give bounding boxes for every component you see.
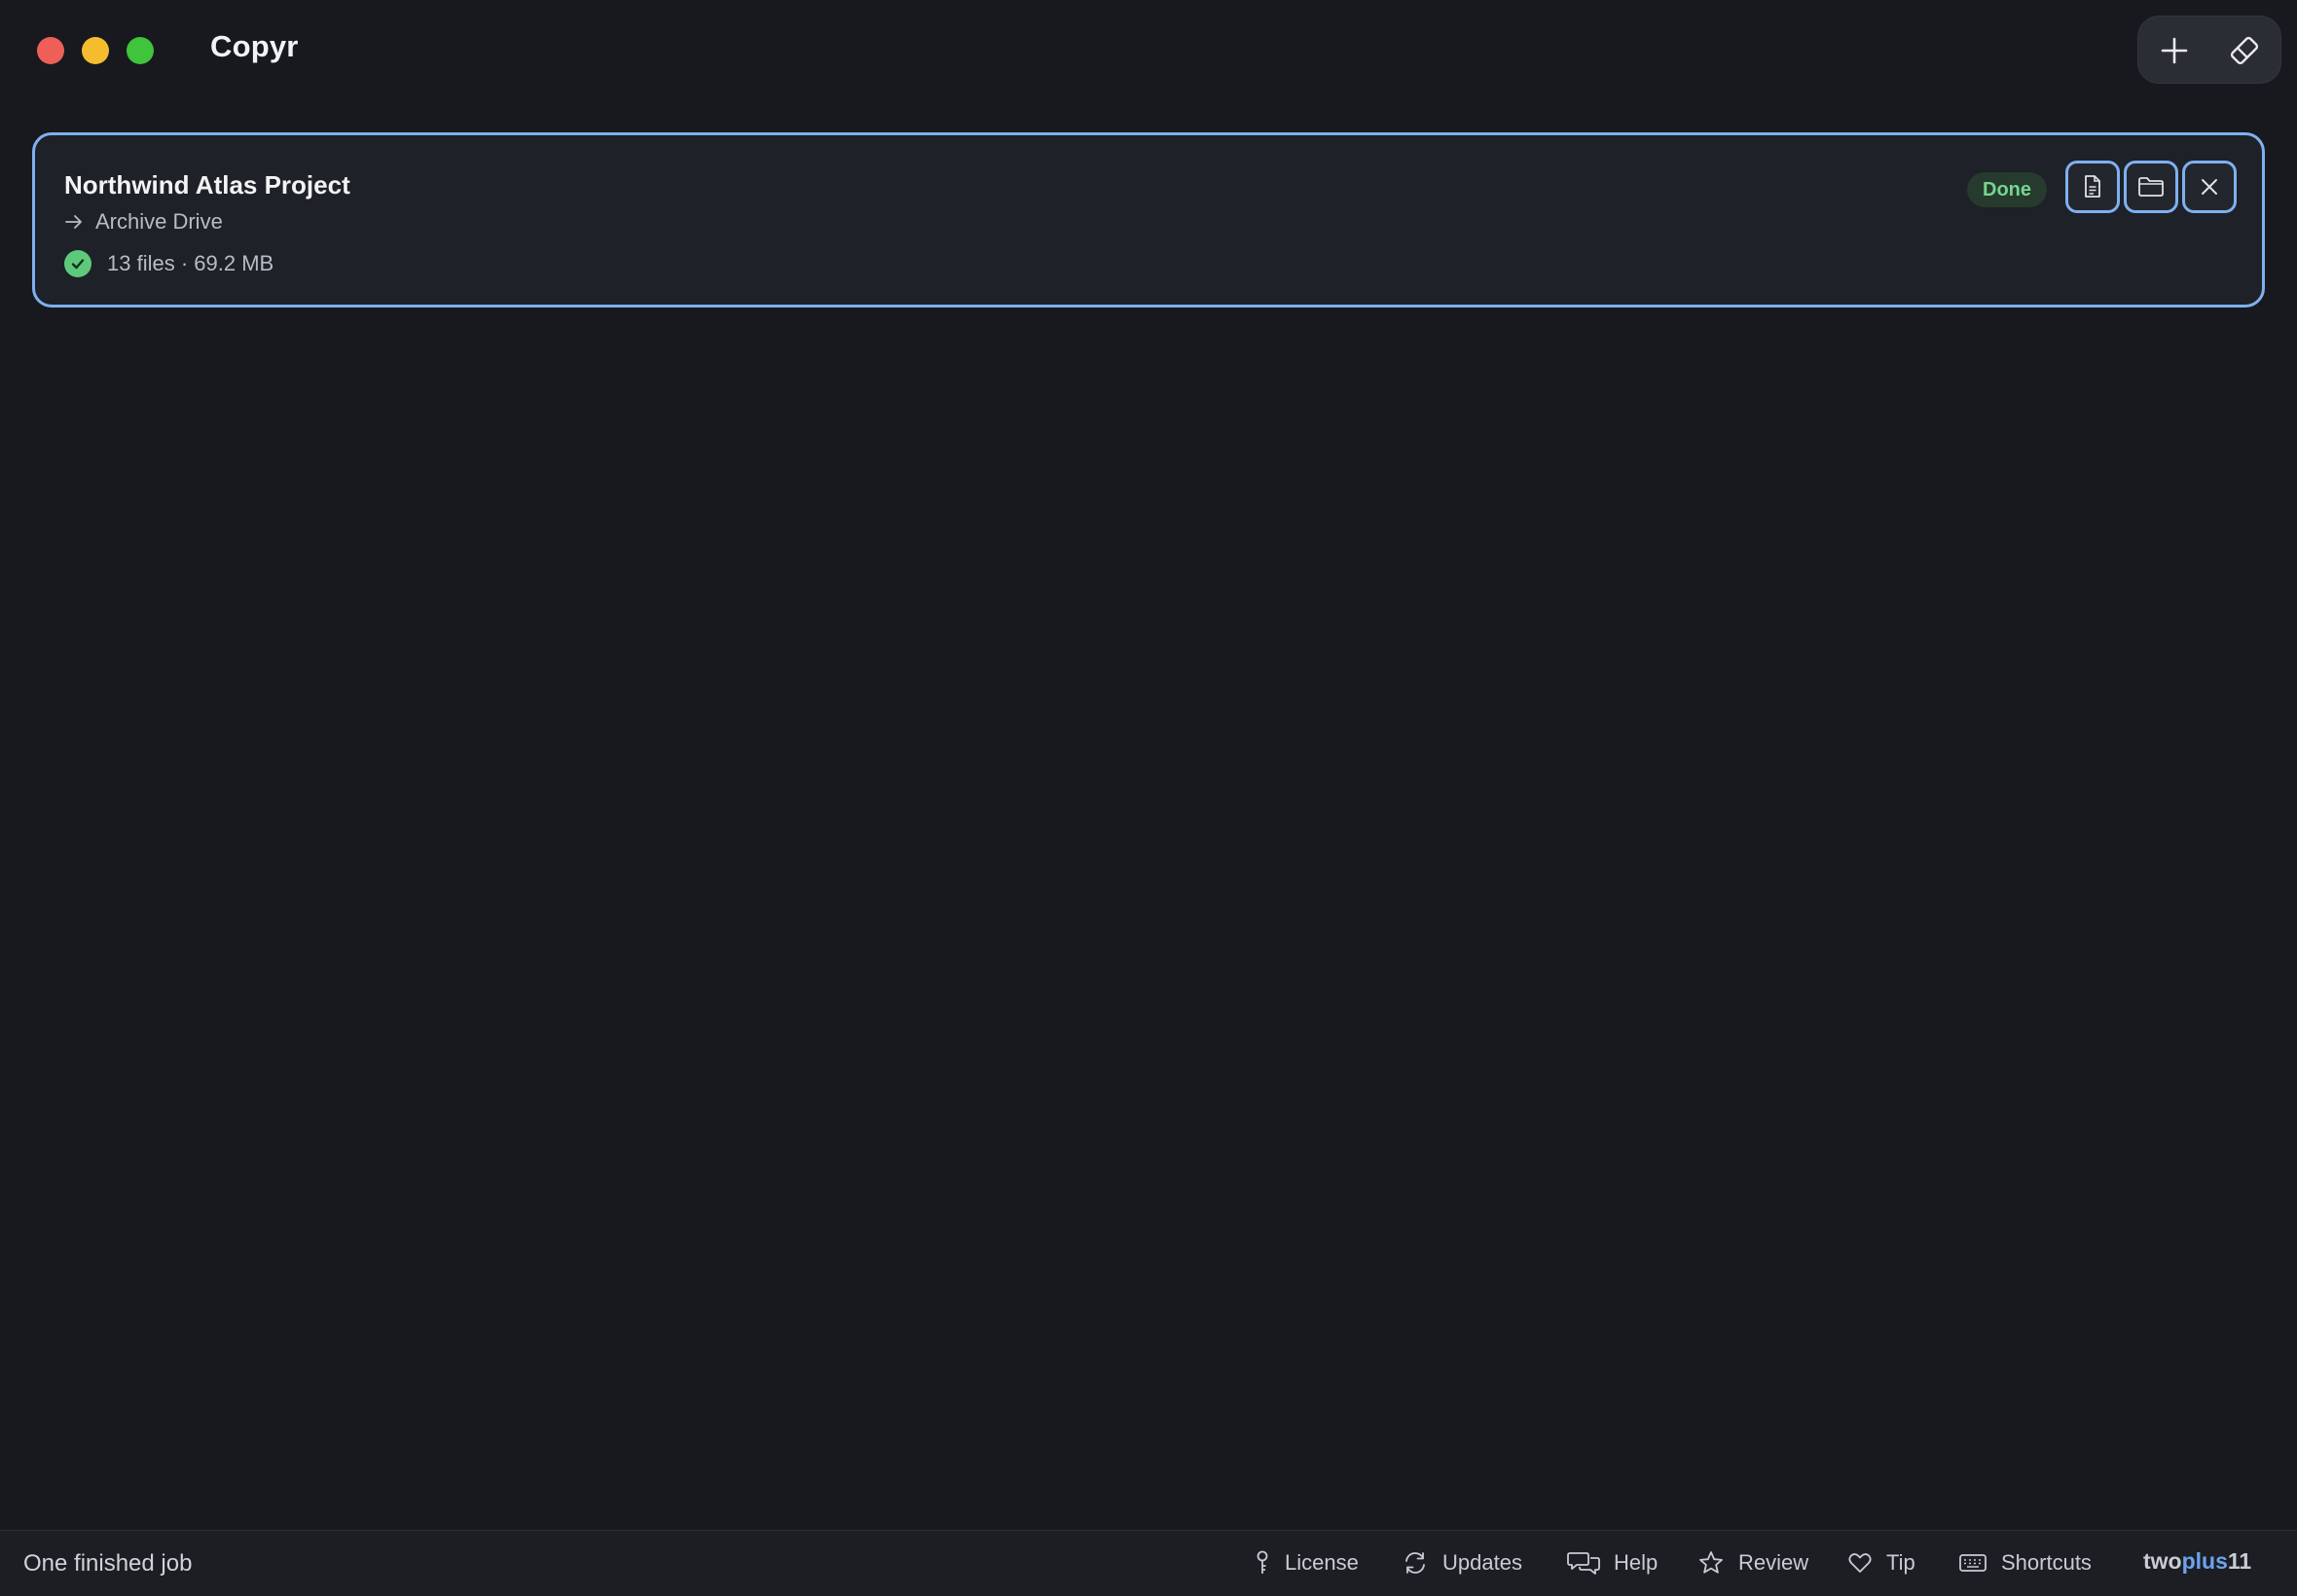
shortcuts-link[interactable]: Shortcuts (1958, 1548, 2092, 1578)
help-link[interactable]: Help (1567, 1548, 1658, 1578)
review-link[interactable]: Review (1697, 1548, 1808, 1578)
brand-part-3: 11 (2227, 1548, 2252, 1574)
status-bar: One finished job License Updates Help Re… (0, 1530, 2297, 1596)
plus-icon (2161, 37, 2188, 64)
brand-logo-link[interactable]: twoplus11 (2143, 1548, 2251, 1575)
window-minimize-button[interactable] (82, 37, 109, 64)
star-icon (1699, 1551, 1723, 1574)
updates-label: Updates (1442, 1550, 1522, 1575)
brand-part-1: two (2143, 1548, 2182, 1574)
show-log-button[interactable] (2065, 161, 2120, 213)
license-link[interactable]: License (1254, 1548, 1359, 1578)
job-summary-text: 13 files · 69.2 MB (107, 251, 274, 275)
review-label: Review (1738, 1550, 1809, 1575)
heart-icon (1848, 1553, 1872, 1573)
window-close-button[interactable] (37, 37, 64, 64)
reveal-in-finder-button[interactable] (2124, 161, 2178, 213)
status-text: One finished job (23, 1550, 193, 1577)
tip-link[interactable]: Tip (1847, 1548, 1915, 1578)
chat-bubbles-icon (1567, 1552, 1600, 1575)
job-title: Northwind Atlas Project (64, 170, 350, 200)
folder-icon (2138, 177, 2164, 197)
eraser-icon (2230, 36, 2259, 65)
toolbar-actions (2137, 16, 2281, 84)
window-zoom-button[interactable] (127, 37, 154, 64)
add-job-button[interactable] (2152, 28, 2197, 73)
help-label: Help (1614, 1550, 1659, 1575)
key-icon (1257, 1550, 1268, 1574)
app-title: Copyr (210, 29, 299, 63)
close-icon (2202, 179, 2217, 195)
document-icon (2085, 175, 2100, 198)
app-window: Copyr Northwind Atlas Project Archive Dr… (0, 0, 2297, 1596)
clear-finished-button[interactable] (2222, 28, 2267, 73)
job-destination-label: Archive Drive (95, 209, 223, 234)
job-destination: Archive Drive (64, 209, 223, 235)
remove-job-button[interactable] (2182, 161, 2237, 213)
status-badge: Done (1967, 172, 2047, 207)
brand-part-2: plus (2181, 1548, 2228, 1574)
title-bar: Copyr (0, 0, 2297, 101)
tip-label: Tip (1886, 1550, 1915, 1575)
refresh-icon (1405, 1552, 1425, 1574)
job-summary: 13 files · 69.2 MB (64, 250, 273, 277)
keyboard-icon (1959, 1554, 1987, 1572)
arrow-right-icon (65, 215, 82, 229)
shortcuts-label: Shortcuts (2001, 1550, 2092, 1575)
license-label: License (1285, 1550, 1359, 1575)
updates-link[interactable]: Updates (1402, 1548, 1522, 1578)
job-card[interactable]: Northwind Atlas Project Archive Drive 13… (32, 132, 2265, 308)
checkmark-circle-icon (64, 250, 91, 277)
